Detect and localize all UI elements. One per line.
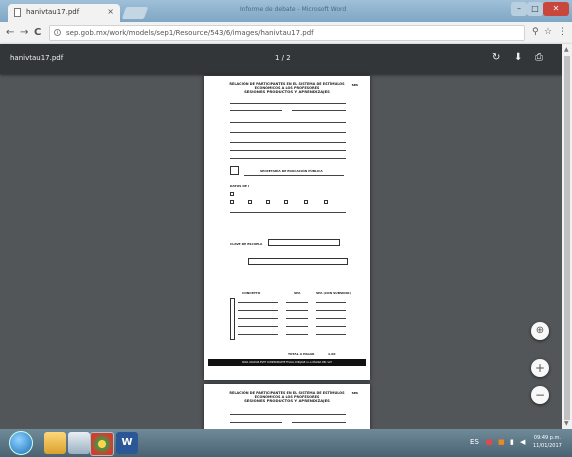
zoom-in-button[interactable]: + [531,359,549,377]
folder-icon[interactable] [44,432,66,454]
word-icon[interactable]: W [116,432,138,454]
pdf-toolbar: hanivtau17.pdf 1 / 2 ↻ ⬇ ⎙ [0,44,572,74]
menu-icon[interactable]: ⋮ [558,27,567,37]
tab-close-button[interactable]: × [107,7,114,16]
file-explorer-icon[interactable] [68,432,90,454]
pdf-page-1: RELACIÓN DE PARTICIPANTES EN EL SISTEMA … [204,76,370,380]
window-title-bar: hanivtau17.pdf × Informe de debate - Mic… [0,0,572,22]
footer-bar: PARA VALIDAR ESTE COMPROBANTE FISCAL DIR… [208,359,366,366]
doc-header-line2: SESIONES PRODUCTOS Y APRENDIZAJES [244,89,330,94]
fit-page-button[interactable]: ⊕ [531,322,549,340]
total-label: TOTAL A PAGAR [288,352,315,356]
pdf-file-name: hanivtau17.pdf [10,54,64,62]
network-icon[interactable]: ▮ [510,438,514,446]
tab-title: hanivtau17.pdf [26,8,80,16]
forward-button[interactable]: → [20,27,28,38]
clave-label: CLAVE DE ESCUELA [230,242,263,246]
print-icon[interactable]: ⎙ [535,52,543,63]
rotate-icon[interactable]: ↻ [492,52,500,63]
datos-label: DATOS DE I [230,184,250,188]
doc-code: SPA [351,83,358,87]
address-bar[interactable]: i sep.gob.mx/work/models/sep1/Resource/5… [49,25,525,41]
browser-tab[interactable]: hanivtau17.pdf × [8,4,120,22]
tray-flag-icon[interactable]: ■ [486,438,493,446]
scroll-down-icon[interactable]: ▼ [564,420,569,427]
scroll-thumb[interactable] [564,56,570,420]
close-window-button[interactable]: ✕ [543,2,569,16]
back-button[interactable]: ← [6,27,14,38]
info-icon[interactable]: i [54,29,61,36]
doc-code-p2: SPA [351,391,358,395]
sec-label: SECRETARÍA DE EDUCACIÓN PÚBLICA [260,169,323,173]
spa-header: SPA [294,291,301,295]
vertical-scrollbar[interactable]: ▲ ▼ [562,44,572,429]
new-tab-button[interactable] [121,7,149,19]
clock-time: 09:49 p.m. [533,435,562,441]
scroll-up-icon[interactable]: ▲ [564,46,569,53]
maximize-button[interactable]: □ [527,2,543,16]
clock-date: 11/01/2017 [533,443,562,449]
browser-toolbar: ← → C i sep.gob.mx/work/models/sep1/Reso… [0,22,572,45]
reload-button[interactable]: C [34,27,41,38]
concept-header: CONCEPTO [242,291,261,295]
page-indicator: 1 / 2 [275,54,291,62]
taskbar-clock[interactable]: 09:49 p.m. 11/01/2017 [533,434,562,450]
tray-app-icon[interactable]: ■ [498,438,505,446]
window-title: Informe de debate - Microsoft Word [240,6,347,13]
spa-subsidy-header: SPA (CON SUBSIDIO) [316,291,351,295]
language-indicator[interactable]: ES [470,438,479,446]
pdf-page-2: RELACIÓN DE PARTICIPANTES EN EL SISTEMA … [204,384,370,434]
bookmark-star-icon[interactable]: ☆ [544,27,552,37]
volume-icon[interactable]: ◀ [520,438,525,446]
windows-taskbar: W ES ■ ■ ▮ ◀ 09:49 p.m. 11/01/2017 [0,429,572,457]
zoom-icon[interactable]: ⚲ [532,27,539,37]
download-icon[interactable]: ⬇ [514,52,522,63]
document-icon [14,8,21,17]
chrome-icon[interactable] [90,432,114,456]
total-value: 1.00 [328,352,336,356]
start-button[interactable] [9,431,33,455]
minimize-button[interactable]: – [511,2,527,16]
zoom-out-button[interactable]: − [531,386,549,404]
doc-header-line2-p2: SESIONES PRODUCTOS Y APRENDIZAJES [244,398,330,403]
url-text: sep.gob.mx/work/models/sep1/Resource/543… [66,29,314,37]
